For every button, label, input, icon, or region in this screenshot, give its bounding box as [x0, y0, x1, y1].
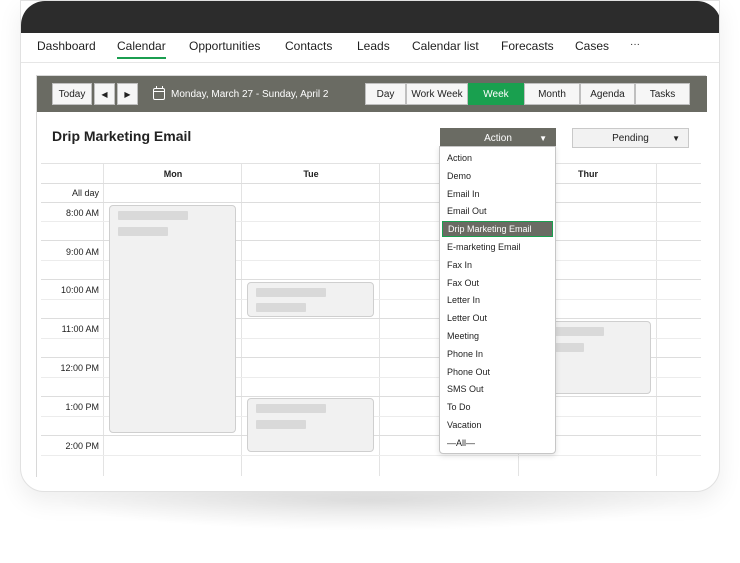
calendar-event[interactable]: [247, 398, 374, 452]
time-label: 2:00 PM: [65, 441, 99, 451]
nav-item-dashboard[interactable]: Dashboard: [37, 39, 96, 59]
calendar-panel: Today ◀ ▶ Monday, March 27 - Sunday, Apr…: [36, 75, 707, 478]
event-placeholder-line: [118, 211, 188, 220]
all-day-label: All day: [71, 188, 99, 198]
today-button[interactable]: Today: [52, 83, 92, 105]
time-label: 1:00 PM: [65, 402, 99, 412]
activity-type-value: Action: [484, 132, 512, 144]
activity-type-select[interactable]: Action ▼: [440, 128, 556, 148]
event-placeholder-line: [118, 227, 168, 236]
dropdown-option-selected[interactable]: Drip Marketing Email: [442, 221, 553, 237]
device-frame: Dashboard Calendar Opportunities Contact…: [20, 0, 720, 492]
calendar-event[interactable]: [247, 282, 374, 317]
time-label: 8:00 AM: [65, 208, 99, 218]
dropdown-option[interactable]: Email In: [442, 186, 553, 202]
activity-type-dropdown: Action Demo Email In Email Out Drip Mark…: [439, 146, 556, 454]
grid-line: [241, 164, 242, 476]
event-placeholder-line: [256, 303, 306, 312]
nav-item-opportunities[interactable]: Opportunities: [189, 39, 260, 59]
view-day-button[interactable]: Day: [365, 83, 406, 105]
dropdown-option[interactable]: Letter Out: [442, 310, 553, 326]
grid-line: [41, 202, 701, 203]
device-top-bar: [21, 1, 719, 33]
nav-item-calendar[interactable]: Calendar: [117, 39, 166, 59]
view-tasks-button[interactable]: Tasks: [635, 83, 690, 105]
grid-line: [103, 164, 104, 476]
date-range-label: Monday, March 27 - Sunday, April 2: [171, 88, 329, 100]
grid-line: [41, 455, 701, 456]
grid-line: [41, 183, 701, 184]
nav-more-icon[interactable]: ···: [630, 39, 640, 59]
dropdown-option[interactable]: —All—: [442, 435, 553, 451]
dropdown-option[interactable]: Action: [442, 150, 553, 166]
status-select[interactable]: Pending ▼: [572, 128, 689, 148]
main-nav: Dashboard Calendar Opportunities Contact…: [21, 33, 719, 63]
week-grid: Mon Tue Thur All day 8:00 AM 9:00 AM 10:…: [41, 163, 701, 476]
dropdown-option[interactable]: Fax In: [442, 257, 553, 273]
dropdown-option[interactable]: Phone Out: [442, 364, 553, 380]
grid-line: [656, 164, 657, 476]
dropdown-option[interactable]: Phone In: [442, 346, 553, 362]
time-label: 10:00 AM: [60, 285, 99, 295]
prev-week-icon[interactable]: ◀: [94, 83, 115, 105]
view-week-button[interactable]: Week: [468, 83, 524, 105]
dropdown-option[interactable]: Demo: [442, 168, 553, 184]
calendar-title: Drip Marketing Email: [52, 128, 192, 144]
next-week-icon[interactable]: ▶: [117, 83, 138, 105]
event-placeholder-line: [256, 288, 326, 297]
dropdown-option[interactable]: Meeting: [442, 328, 553, 344]
dropdown-option[interactable]: Email Out: [442, 203, 553, 219]
chevron-down-icon: ▼: [672, 134, 680, 143]
chevron-down-icon: ▼: [539, 134, 547, 143]
dropdown-option[interactable]: To Do: [442, 399, 553, 415]
time-label: 11:00 AM: [61, 324, 99, 334]
calendar-event[interactable]: [109, 205, 236, 433]
status-value: Pending: [612, 132, 649, 144]
view-month-button[interactable]: Month: [524, 83, 580, 105]
nav-item-leads[interactable]: Leads: [357, 39, 390, 59]
view-agenda-button[interactable]: Agenda: [580, 83, 635, 105]
date-range[interactable]: Monday, March 27 - Sunday, April 2: [153, 83, 329, 105]
nav-item-cases[interactable]: Cases: [575, 39, 609, 59]
event-placeholder-line: [256, 404, 326, 413]
nav-item-contacts[interactable]: Contacts: [285, 39, 332, 59]
time-label: 12:00 PM: [60, 363, 99, 373]
dropdown-option[interactable]: SMS Out: [442, 381, 553, 397]
nav-item-forecasts[interactable]: Forecasts: [501, 39, 554, 59]
dropdown-option[interactable]: Letter In: [442, 292, 553, 308]
dropdown-option[interactable]: Fax Out: [442, 275, 553, 291]
calendar-body: Drip Marketing Email Action ▼ Pending ▼ …: [37, 112, 707, 478]
grid-line: [379, 164, 380, 476]
day-header-mon: Mon: [163, 168, 183, 179]
calendar-icon: [153, 86, 165, 100]
day-header-tue: Tue: [303, 168, 319, 179]
dropdown-option[interactable]: E-marketing Email: [442, 239, 553, 255]
dropdown-option[interactable]: Vacation: [442, 417, 553, 433]
nav-item-calendar-list[interactable]: Calendar list: [412, 39, 479, 59]
view-work-week-button[interactable]: Work Week: [406, 83, 468, 105]
event-placeholder-line: [256, 420, 306, 429]
time-label: 9:00 AM: [65, 247, 99, 257]
calendar-toolbar: Today ◀ ▶ Monday, March 27 - Sunday, Apr…: [37, 76, 707, 112]
